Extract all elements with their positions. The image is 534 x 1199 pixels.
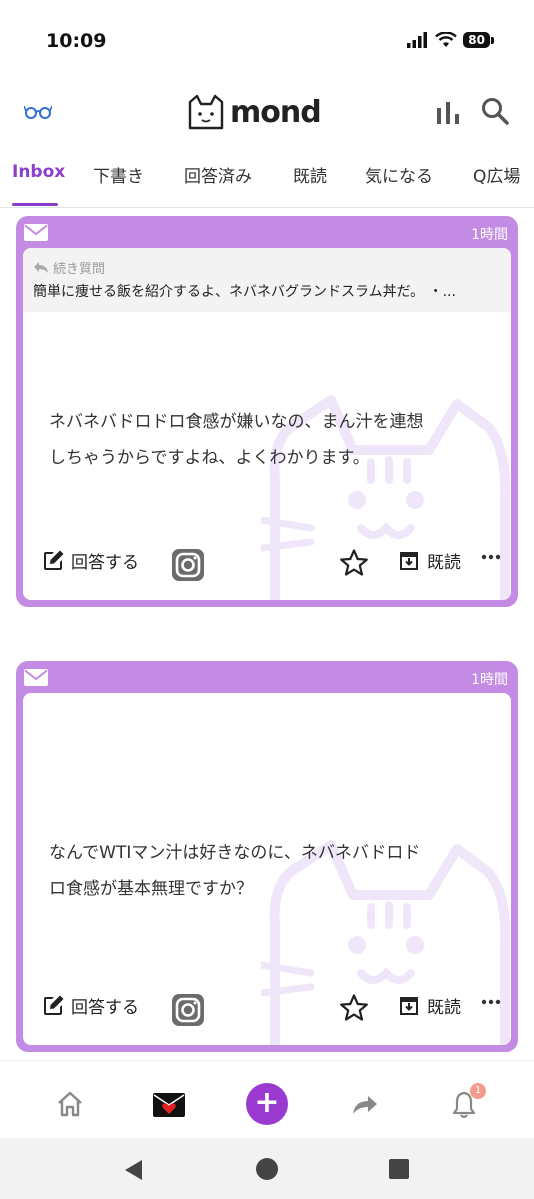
active-tab-indicator xyxy=(12,203,58,206)
tab-answered[interactable]: 回答済み xyxy=(184,162,252,187)
tab-inbox[interactable]: Inbox xyxy=(12,162,65,182)
logo-text: mond xyxy=(230,94,322,130)
answer-button[interactable]: 回答する xyxy=(41,548,139,573)
answer-button[interactable]: 回答する xyxy=(41,993,139,1018)
favorite-button[interactable] xyxy=(339,993,369,1023)
status-time: 10:09 xyxy=(46,30,107,52)
tab-drafts[interactable]: 下書き xyxy=(93,162,144,187)
tab-q-plaza[interactable]: Q広場 xyxy=(473,162,520,187)
tab-read[interactable]: 既読 xyxy=(293,162,327,187)
followup-question[interactable]: 続き質問 簡単に痩せる飯を紹介するよ、ネバネバグランドスラム丼だ。 ・... xyxy=(23,248,511,312)
followup-label: 続き質問 xyxy=(33,258,501,277)
recent-apps-icon[interactable] xyxy=(389,1159,409,1179)
edit-icon xyxy=(44,550,64,570)
signal-icon xyxy=(407,32,428,48)
cat-logo-icon xyxy=(188,94,224,130)
instagram-button[interactable] xyxy=(171,548,205,582)
instagram-icon xyxy=(172,994,204,1026)
archive-icon xyxy=(400,551,418,570)
card-body: 続き質問 簡単に痩せる飯を紹介するよ、ネバネバグランドスラム丼だ。 ・... ネ… xyxy=(23,248,511,600)
inbox-mail-icon[interactable] xyxy=(153,1093,185,1117)
back-icon[interactable] xyxy=(122,1158,144,1182)
star-icon xyxy=(340,549,368,576)
mail-icon xyxy=(24,224,48,241)
bottom-navigation: + 1 xyxy=(0,1060,534,1140)
card-time: 1時間 xyxy=(471,227,508,243)
edit-icon xyxy=(44,995,64,1015)
system-navigation-bar xyxy=(0,1138,534,1199)
share-icon[interactable] xyxy=(352,1095,378,1115)
card-actions: 回答する 既読 xyxy=(23,548,511,584)
home-icon[interactable] xyxy=(56,1091,84,1117)
mail-icon xyxy=(24,669,48,686)
more-options-button[interactable] xyxy=(481,999,501,1005)
followup-label-text: 続き質問 xyxy=(53,262,106,277)
battery-indicator: 80 xyxy=(463,32,494,48)
mark-read-button[interactable]: 既読 xyxy=(397,993,461,1018)
status-bar: 10:09 80 xyxy=(0,0,534,80)
new-question-button[interactable]: + xyxy=(246,1083,288,1125)
glasses-icon[interactable] xyxy=(24,102,52,120)
followup-text: 簡単に痩せる飯を紹介するよ、ネバネバグランドスラム丼だ。 ・... xyxy=(33,284,456,300)
question-text: ネバネバドロドロ食感が嫌いなの、まん汁を連想 しちゃうからですよね、よくわかりま… xyxy=(49,404,491,476)
read-label: 既読 xyxy=(427,998,461,1018)
more-icon xyxy=(481,554,501,560)
answer-label: 回答する xyxy=(71,553,139,573)
tab-bar: Inbox 下書き 回答済み 既読 気になる Q広場 xyxy=(0,150,534,208)
more-options-button[interactable] xyxy=(481,554,501,560)
stats-icon[interactable] xyxy=(436,102,460,124)
question-line: ロ食感が基本無理ですか？ xyxy=(49,879,253,899)
question-text: なんでWTIマン汁は好きなのに、ネバネバドロド ロ食感が基本無理ですか？ xyxy=(49,835,491,907)
app-header: mond xyxy=(0,88,534,144)
question-line: ネバネバドロドロ食感が嫌いなの、まん汁を連想 xyxy=(49,412,424,432)
card-actions: 回答する 既読 xyxy=(23,993,511,1029)
card-time: 1時間 xyxy=(471,672,508,688)
star-icon xyxy=(340,994,368,1021)
question-line: なんでWTIマン汁は好きなのに、ネバネバドロド xyxy=(49,843,421,863)
card-header: 1時間 xyxy=(16,216,518,248)
read-label: 既読 xyxy=(427,553,461,573)
mark-read-button[interactable]: 既読 xyxy=(397,548,461,573)
instagram-button[interactable] xyxy=(171,993,205,1027)
favorite-button[interactable] xyxy=(339,548,369,578)
reply-icon xyxy=(34,262,48,273)
mond-logo[interactable]: mond xyxy=(186,94,322,130)
question-line: しちゃうからですよね、よくわかります。 xyxy=(49,448,370,468)
archive-icon xyxy=(400,996,418,1015)
more-icon xyxy=(481,999,501,1005)
status-icons: 80 xyxy=(407,32,494,48)
instagram-icon xyxy=(172,549,204,581)
question-card[interactable]: 1時間 なんでWTIマン汁は好きなのに、ネバネバドロド ロ食感が基本無理ですか？… xyxy=(16,661,518,1052)
search-icon[interactable] xyxy=(480,96,510,126)
home-circle-icon[interactable] xyxy=(255,1157,279,1181)
question-card[interactable]: 1時間 続き質問 簡単に痩せる飯を紹介するよ、ネバネバグランドスラム丼だ。 ・.… xyxy=(16,216,518,607)
tab-interested[interactable]: 気になる xyxy=(365,162,433,187)
answer-label: 回答する xyxy=(71,998,139,1018)
notification-badge: 1 xyxy=(470,1083,486,1099)
card-body: なんでWTIマン汁は好きなのに、ネバネバドロド ロ食感が基本無理ですか？ 回答す… xyxy=(23,693,511,1045)
card-header: 1時間 xyxy=(16,661,518,693)
wifi-icon xyxy=(435,32,458,47)
